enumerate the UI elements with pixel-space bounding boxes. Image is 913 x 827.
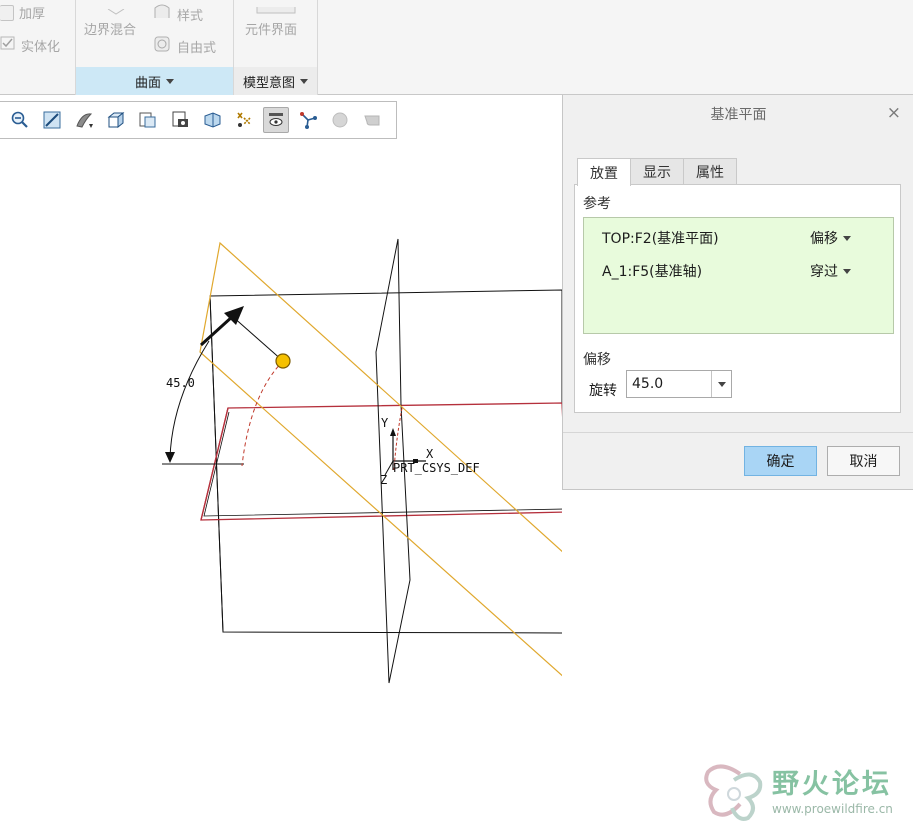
freestyle-button[interactable]: 自由式	[153, 35, 216, 57]
reference-item-name[interactable]: A_1:F5(基准轴)	[602, 261, 702, 281]
zoom-out-icon[interactable]	[7, 107, 33, 133]
reference-item-name[interactable]: TOP:F2(基准平面)	[602, 228, 719, 248]
solidify-label: 实体化	[21, 39, 61, 55]
ribbon: 加厚 实体化 边界混合 样式 自由式 曲面 元件界面 模型意图	[0, 0, 913, 95]
angle-dimension-label[interactable]: 45.0	[166, 376, 195, 390]
ok-button[interactable]: 确定	[744, 446, 817, 476]
chevron-down-icon	[843, 235, 851, 241]
rotation-label: 旋转	[589, 383, 617, 399]
freestyle-label: 自由式	[177, 40, 217, 56]
tab-placement[interactable]: 放置	[577, 158, 631, 186]
rotation-drag-handle[interactable]	[275, 353, 291, 369]
spin-center-icon[interactable]	[295, 107, 321, 133]
annotation-display-icon[interactable]	[263, 107, 289, 133]
style-button[interactable]: 样式	[153, 3, 203, 25]
surfaces-group-label: 曲面	[134, 75, 161, 91]
datum-plane-dialog: 基准平面 × 放置 显示 属性 参考 TOP:F2(基准平面) 偏移 A_1:F…	[562, 95, 913, 490]
angle-dimension-arc	[169, 340, 210, 459]
dialog-divider	[563, 432, 913, 433]
view-orientation-icon[interactable]	[103, 107, 129, 133]
thicken-label: 加厚	[19, 7, 46, 22]
thicken-button[interactable]: 加厚	[0, 3, 45, 22]
perspective-icon[interactable]	[199, 107, 225, 133]
tab-properties[interactable]: 属性	[683, 158, 737, 185]
display-style-icon[interactable]	[167, 107, 193, 133]
csys-axis-z-label: Z	[380, 473, 387, 487]
refit-icon[interactable]	[39, 107, 65, 133]
references-label: 参考	[583, 196, 611, 212]
chevron-down-icon	[300, 78, 308, 84]
dialog-title: 基准平面	[710, 107, 767, 123]
boundary-blend-label: 边界混合	[84, 23, 137, 38]
csys-axis-x-label: X	[426, 447, 434, 461]
close-icon[interactable]: ×	[887, 104, 901, 122]
offset-label: 偏移	[583, 352, 611, 368]
forum-logo-icon	[704, 764, 763, 821]
component-interface-button[interactable]: 元件界面	[245, 19, 297, 38]
repaint-icon[interactable]	[71, 107, 97, 133]
model-intent-group-label: 模型意图	[242, 75, 295, 91]
surfaces-group-menu[interactable]: 曲面	[76, 67, 233, 95]
render-icon[interactable]	[359, 107, 385, 133]
placement-panel: 参考 TOP:F2(基准平面) 偏移 A_1:F5(基准轴) 穿过 偏移 旋转	[574, 184, 901, 413]
reference-constraint-label: 穿过	[810, 264, 838, 280]
app-window: 加厚 实体化 边界混合 样式 自由式 曲面 元件界面 模型意图 45.0 PRT…	[0, 0, 913, 827]
ribbon-group-surfaces: 边界混合 样式 自由式 曲面	[76, 0, 234, 95]
reference-constraint-dropdown[interactable]: 偏移	[810, 228, 851, 248]
ribbon-group-model-intent: 元件界面 模型意图	[234, 0, 318, 95]
chevron-down-icon	[843, 268, 851, 274]
reference-constraint-dropdown[interactable]: 穿过	[810, 261, 851, 281]
style-label: 样式	[177, 8, 204, 24]
sphere-icon[interactable]	[327, 107, 353, 133]
rotation-input[interactable]	[627, 371, 711, 397]
csys-axis-y-label: Y	[381, 416, 389, 430]
solidify-icon	[0, 35, 16, 55]
rotation-combobox[interactable]	[626, 370, 732, 398]
forum-watermark: 野火论坛 www.proewildfire.cn	[700, 760, 913, 827]
saved-views-icon[interactable]	[135, 107, 161, 133]
chevron-down-icon	[166, 78, 174, 84]
style-icon	[153, 3, 171, 25]
cancel-button[interactable]: 取消	[827, 446, 900, 476]
watermark-url: www.proewildfire.cn	[772, 802, 893, 816]
model-intent-group-menu[interactable]: 模型意图	[234, 67, 317, 95]
dialog-tabs: 放置 显示 属性	[577, 158, 737, 186]
graphics-toolbar	[0, 101, 397, 139]
boundary-blend-button[interactable]: 边界混合	[84, 19, 136, 38]
datum-display-icon[interactable]	[231, 107, 257, 133]
ribbon-group-editing: 加厚 实体化	[0, 0, 76, 95]
watermark-title: 野火论坛	[772, 769, 892, 800]
component-interface-label: 元件界面	[245, 23, 298, 38]
rotation-dropdown-button[interactable]	[711, 371, 731, 397]
tab-display[interactable]: 显示	[630, 158, 684, 185]
graphics-canvas[interactable]: 45.0 PRT_CSYS_DEF X Y Z	[0, 140, 586, 827]
thicken-icon	[0, 4, 14, 21]
chevron-down-icon	[717, 381, 726, 387]
solidify-button[interactable]: 实体化	[0, 35, 60, 55]
new-datum-plane-preview	[199, 241, 586, 681]
csys-label: PRT_CSYS_DEF	[393, 461, 480, 475]
reference-constraint-label: 偏移	[810, 231, 838, 247]
component-interface-icon	[256, 0, 296, 19]
references-list[interactable]: TOP:F2(基准平面) 偏移 A_1:F5(基准轴) 穿过	[583, 217, 894, 334]
freestyle-icon	[153, 35, 171, 57]
vertical-datum-plane	[209, 289, 577, 634]
boundary-blend-icon	[106, 0, 126, 19]
